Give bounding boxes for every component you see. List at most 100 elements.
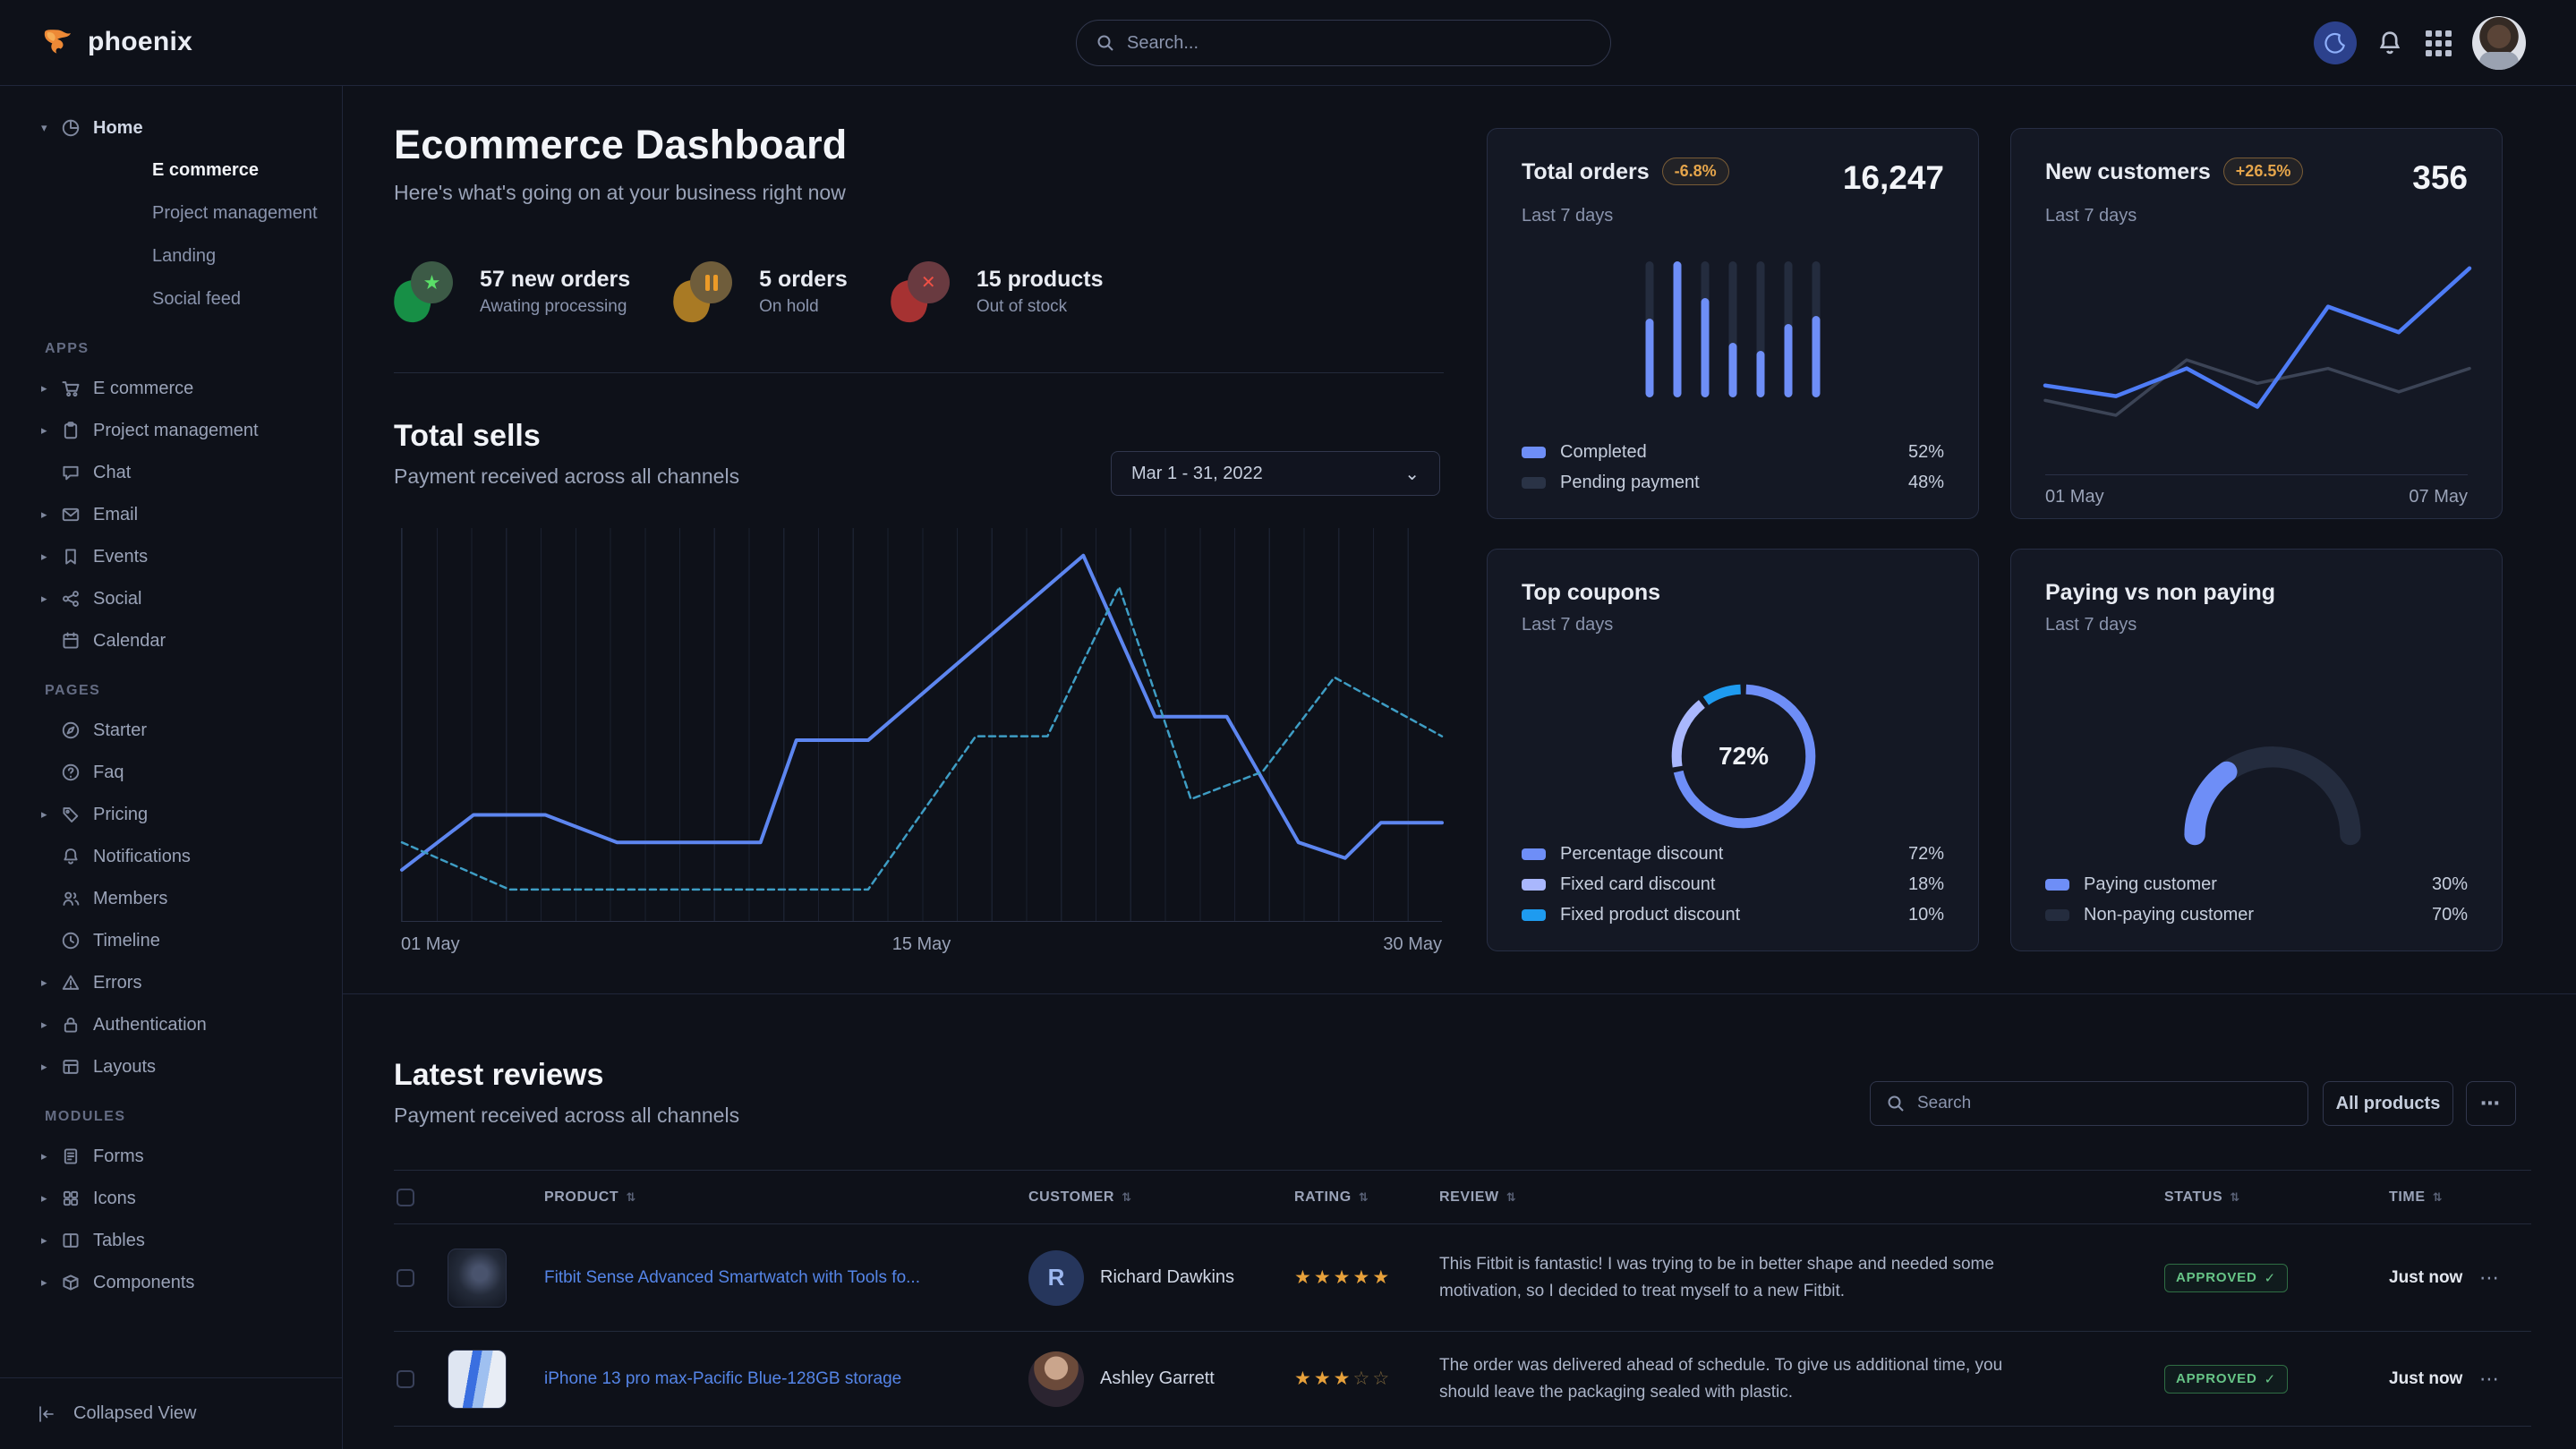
rating: ★★★★★ [1294, 1266, 1439, 1289]
row-checkbox[interactable] [397, 1370, 414, 1388]
sidebar-item-timeline[interactable]: Timeline [41, 925, 326, 956]
star-icon: ★ [1294, 1368, 1311, 1390]
date-range-select[interactable]: Mar 1 - 31, 2022 ⌄ [1111, 451, 1440, 496]
coupons-donut-chart[interactable]: 72% [1668, 680, 1820, 832]
status-badge: APPROVED ✓ [2164, 1264, 2288, 1292]
chevron-right-icon: ▸ [41, 807, 61, 822]
sidebar-item-email[interactable]: ▸Email [41, 499, 326, 530]
row-checkbox[interactable] [397, 1269, 414, 1287]
legend-swatch [1522, 477, 1546, 489]
sidebar-item-calendar[interactable]: Calendar [41, 626, 326, 656]
order-bar [1757, 261, 1765, 397]
star-icon: ★ [1314, 1266, 1331, 1289]
sidebar-item-starter[interactable]: Starter [41, 715, 326, 746]
sidebar-item-pricing[interactable]: ▸Pricing [41, 799, 326, 830]
all-products-button[interactable]: All products [2323, 1081, 2453, 1126]
coupons-legend: Percentage discount72%Fixed card discoun… [1522, 844, 1944, 925]
stat-out-of-stock: ✕ 15 products Out of stock [891, 261, 1104, 322]
product-link[interactable]: iPhone 13 pro max-Pacific Blue-128GB sto… [544, 1369, 901, 1389]
global-search[interactable] [1076, 20, 1611, 66]
chevron-right-icon: ▸ [41, 423, 61, 438]
new-customers-x-axis: 01 May 07 May [2045, 487, 2468, 507]
sidebar-item-forms[interactable]: ▸Forms [41, 1141, 326, 1172]
sidebar-item-social[interactable]: ▸Social [41, 584, 326, 614]
theme-toggle-button[interactable] [2314, 21, 2357, 64]
brand[interactable]: phoenix [39, 21, 192, 62]
column-review[interactable]: REVIEW⇅ [1439, 1189, 2164, 1206]
column-rating[interactable]: RATING⇅ [1294, 1189, 1439, 1206]
star-icon: ★ [1352, 1266, 1369, 1289]
status-summary: ★ 57 new orders Awating processing 5 ord… [394, 261, 1104, 322]
sidebar-item-layouts[interactable]: ▸Layouts [41, 1052, 326, 1082]
column-product[interactable]: PRODUCT⇅ [448, 1189, 1028, 1206]
top-coupons-card: Top coupons Last 7 days 72% Percentage d… [1487, 549, 1979, 951]
warning-triangle-icon [61, 973, 93, 993]
column-status[interactable]: STATUS⇅ [2164, 1189, 2389, 1206]
review-time: Just now [2389, 1268, 2479, 1288]
card-title: New customers [2045, 159, 2211, 185]
reviews-more-button[interactable]: ⋯ [2466, 1081, 2516, 1126]
product-link[interactable]: Fitbit Sense Advanced Smartwatch with To… [544, 1268, 920, 1288]
orders-legend: Completed52%Pending payment48% [1522, 442, 1944, 493]
stat-value: 57 new orders [480, 267, 630, 293]
sidebar-item-events[interactable]: ▸Events [41, 541, 326, 572]
sidebar-item-tables[interactable]: ▸Tables [41, 1225, 326, 1256]
sidebar-subitem-project-management[interactable]: Project management [152, 198, 326, 228]
legend-swatch [2045, 909, 2069, 921]
x-tick: 01 May [401, 934, 460, 955]
sidebar-item-members[interactable]: Members [41, 883, 326, 914]
product-thumbnail[interactable] [448, 1249, 507, 1308]
product-thumbnail[interactable] [448, 1350, 507, 1409]
sort-icon: ⇅ [626, 1190, 636, 1205]
global-search-input[interactable] [1127, 33, 1591, 54]
collapse-view-label: Collapsed View [73, 1403, 197, 1424]
legend-swatch [2045, 879, 2069, 891]
column-customer[interactable]: CUSTOMER⇅ [1028, 1189, 1294, 1206]
star-icon: ★ [1372, 1266, 1389, 1289]
moon-icon [2324, 31, 2347, 55]
review-text: This Fitbit is fantastic! I was trying t… [1439, 1251, 2057, 1304]
table-row-partial [394, 1427, 2531, 1449]
sidebar-subitem-landing[interactable]: Landing [152, 241, 326, 271]
reviews-search[interactable] [1870, 1081, 2308, 1126]
collapse-view-button[interactable]: Collapsed View [0, 1377, 342, 1449]
top-navbar: phoenix [0, 0, 2576, 86]
column-time[interactable]: TIME⇅ [2389, 1189, 2479, 1206]
paying-card: Paying vs non paying Last 7 days Paying … [2010, 549, 2503, 951]
clipboard-icon [61, 421, 93, 440]
sidebar-subitem-social-feed[interactable]: Social feed [152, 284, 326, 314]
sidebar-item-chat[interactable]: Chat [41, 457, 326, 488]
orders-bar-chart[interactable] [1646, 261, 1821, 397]
calendar-icon [61, 631, 93, 651]
total-sells-chart[interactable] [401, 528, 1442, 922]
new-customers-chart[interactable] [2045, 247, 2469, 460]
paying-legend: Paying customer30%Non-paying customer70% [2045, 874, 2468, 925]
sidebar-item-project-management[interactable]: ▸Project management [41, 415, 326, 446]
sidebar-subitem-e-commerce[interactable]: E commerce [152, 155, 326, 185]
sidebar-item-icons[interactable]: ▸Icons [41, 1183, 326, 1214]
phoenix-logo-icon [39, 21, 75, 62]
sort-icon: ⇅ [2230, 1190, 2240, 1205]
row-more-button[interactable]: ⋯ [2479, 1368, 2531, 1391]
check-icon: ✓ [2265, 1270, 2276, 1286]
profile-avatar[interactable] [2472, 16, 2526, 70]
reviews-search-input[interactable] [1917, 1094, 2291, 1113]
row-more-button[interactable]: ⋯ [2479, 1266, 2531, 1290]
chevron-right-icon: ▸ [41, 1191, 61, 1206]
table-row: iPhone 13 pro max-Pacific Blue-128GB sto… [394, 1332, 2531, 1427]
sidebar-item-authentication[interactable]: ▸Authentication [41, 1010, 326, 1040]
order-bar [1729, 261, 1737, 397]
bookmark-icon [61, 547, 93, 567]
sidebar-item-components[interactable]: ▸Components [41, 1267, 326, 1298]
sidebar-item-home[interactable]: ▾Home [41, 113, 326, 143]
sidebar-item-e-commerce[interactable]: ▸E commerce [41, 373, 326, 404]
sidebar-item-faq[interactable]: Faq [41, 757, 326, 788]
paying-gauge-chart[interactable] [2178, 736, 2367, 850]
select-all-checkbox[interactable] [397, 1189, 414, 1206]
sort-icon: ⇅ [2433, 1190, 2444, 1205]
apps-menu-button[interactable] [2422, 27, 2454, 59]
sidebar-item-notifications[interactable]: Notifications [41, 841, 326, 872]
rating: ★★★☆☆ [1294, 1368, 1439, 1390]
sidebar-item-errors[interactable]: ▸Errors [41, 967, 326, 998]
notifications-button[interactable] [2374, 27, 2406, 59]
